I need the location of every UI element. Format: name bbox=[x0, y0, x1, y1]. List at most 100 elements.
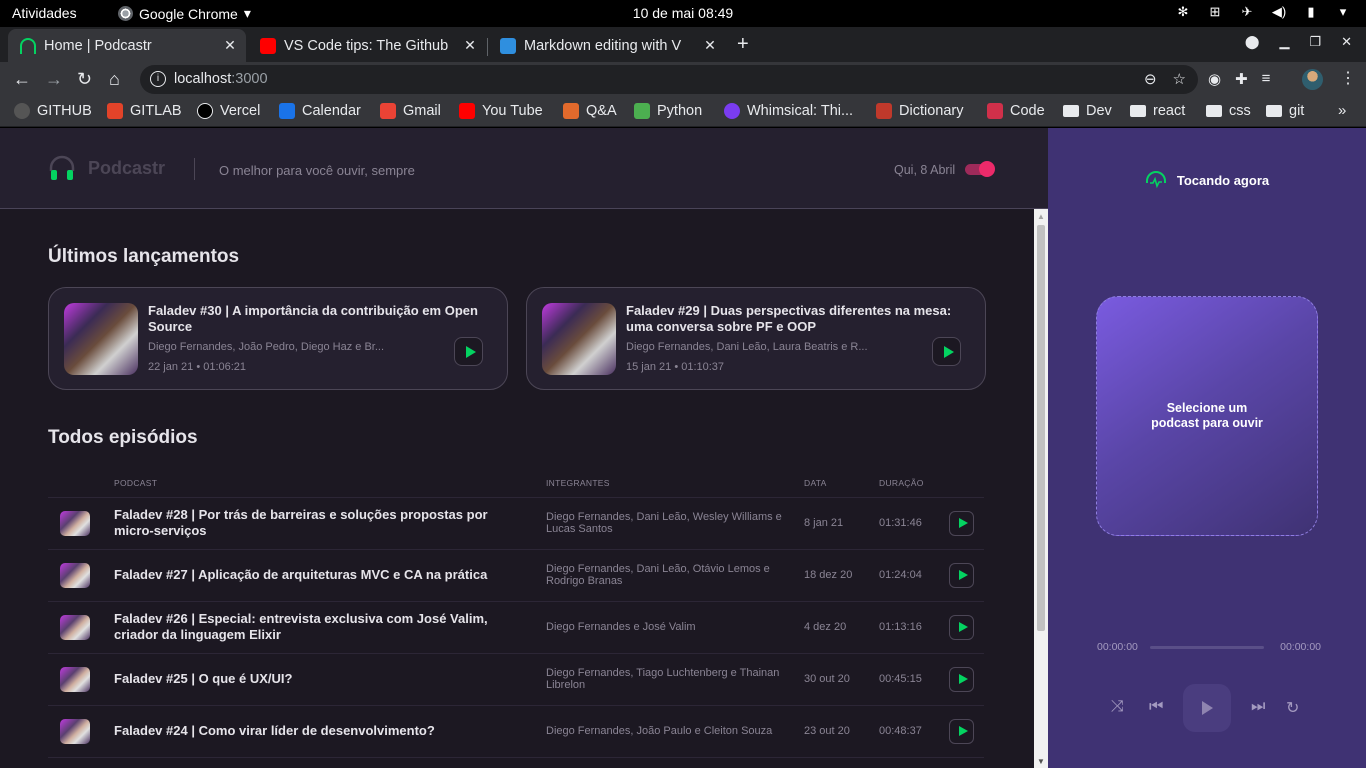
close-window-button[interactable]: ✕ bbox=[1341, 34, 1352, 50]
bookmark-github[interactable]: GITHUB bbox=[14, 103, 92, 119]
episode-title[interactable]: Faladev #26 | Especial: entrevista exclu… bbox=[102, 601, 546, 654]
close-icon[interactable]: ✕ bbox=[702, 37, 718, 54]
episode-thumb-cell bbox=[48, 601, 102, 654]
logo[interactable]: Podcastr bbox=[48, 154, 165, 182]
bookmark-folder-react[interactable]: react bbox=[1130, 103, 1185, 119]
episode-title[interactable]: Faladev #25 | O que é UX/UI? bbox=[102, 653, 546, 706]
site-info-icon[interactable]: i bbox=[150, 71, 166, 87]
play-button[interactable] bbox=[932, 337, 961, 366]
latest-episode-card[interactable]: Faladev #30 | A importância da contribui… bbox=[48, 287, 508, 390]
episode-members: Diego Fernandes, Dani Leão, Otávio Lemos… bbox=[546, 549, 804, 602]
progress-bar[interactable] bbox=[1150, 646, 1264, 649]
close-icon[interactable]: ✕ bbox=[462, 37, 478, 54]
power-menu-icon[interactable]: ▾ bbox=[1334, 4, 1352, 20]
bookmark-vercel[interactable]: Vercel bbox=[197, 103, 260, 119]
thumb-column-header bbox=[48, 469, 102, 498]
headphones-pulse-icon bbox=[1145, 171, 1166, 189]
play-button[interactable] bbox=[949, 562, 974, 588]
minimize-button[interactable]: ▁ bbox=[1279, 34, 1289, 50]
bookmark-qa[interactable]: Q&A bbox=[563, 103, 617, 119]
bookmark-gitlab[interactable]: GITLAB bbox=[107, 103, 182, 119]
scroll-down-arrow[interactable]: ▼ bbox=[1037, 757, 1045, 766]
play-button[interactable] bbox=[454, 337, 483, 366]
episode-thumbnail bbox=[60, 718, 90, 744]
next-icon[interactable]: ⏭ bbox=[1251, 698, 1265, 716]
media-control-icon[interactable]: ≡ bbox=[1262, 70, 1271, 88]
url-text[interactable]: localhost:3000 bbox=[174, 71, 268, 87]
airplane-icon[interactable]: ✈ bbox=[1238, 4, 1256, 20]
new-tab-button[interactable]: + bbox=[737, 33, 749, 56]
episode-title[interactable]: Faladev #29 | Duas perspectivas diferent… bbox=[626, 303, 966, 335]
tab-youtube[interactable]: VS Code tips: The Github ✕ bbox=[248, 29, 486, 62]
action-column-header bbox=[937, 469, 984, 498]
close-icon[interactable]: ✕ bbox=[222, 37, 238, 54]
gmail-icon bbox=[380, 103, 396, 119]
episode-title[interactable]: Faladev #30 | A importância da contribui… bbox=[148, 303, 488, 335]
play-button[interactable] bbox=[949, 666, 974, 692]
tab-search-icon[interactable]: ⬤ bbox=[1245, 34, 1260, 50]
bookmark-label: GITLAB bbox=[130, 103, 182, 119]
scroll-up-arrow[interactable]: ▲ bbox=[1037, 212, 1045, 221]
kebab-menu-icon[interactable]: ⋮ bbox=[1340, 68, 1356, 88]
bookmark-code[interactable]: Code bbox=[987, 103, 1045, 119]
tab-title: VS Code tips: The Github bbox=[284, 37, 449, 54]
shuffle-icon[interactable]: ⤨ bbox=[1111, 698, 1124, 716]
episode-date: 18 dez 20 bbox=[804, 549, 879, 602]
total-time: 00:00:00 bbox=[1280, 641, 1321, 653]
forward-button[interactable]: → bbox=[45, 69, 63, 90]
folder-icon bbox=[1063, 105, 1079, 117]
bookmark-folder-css[interactable]: css bbox=[1206, 103, 1251, 119]
zoom-icon[interactable]: ⊖ bbox=[1144, 70, 1157, 88]
youtube-icon bbox=[260, 37, 276, 54]
episode-title[interactable]: Faladev #24 | Como virar líder de desenv… bbox=[102, 705, 546, 758]
bookmark-star-icon[interactable]: ☆ bbox=[1173, 70, 1186, 88]
url-host: localhost bbox=[174, 71, 232, 87]
tagline: O melhor para você ouvir, sempre bbox=[219, 163, 415, 178]
tab-vscode[interactable]: Markdown editing with V ✕ bbox=[488, 29, 726, 62]
bookmark-folder-git[interactable]: git bbox=[1266, 103, 1304, 119]
empty-player-card: Selecione um podcast para ouvir bbox=[1096, 296, 1318, 536]
clock[interactable]: 10 de mai 08:49 bbox=[0, 5, 1366, 21]
slack-icon[interactable]: ✻ bbox=[1174, 4, 1192, 20]
episode-title[interactable]: Faladev #27 | Aplicação de arquiteturas … bbox=[102, 549, 546, 602]
address-bar[interactable]: i localhost:3000 ⊖ ☆ bbox=[140, 65, 1198, 94]
page-scrollbar[interactable]: ▲ ▼ bbox=[1034, 209, 1048, 768]
episode-title[interactable]: Faladev #28 | Por trás de barreiras e so… bbox=[102, 497, 546, 550]
folder-icon bbox=[1130, 105, 1146, 117]
bookmark-whimsical[interactable]: Whimsical: Thi... bbox=[724, 103, 853, 119]
theme-toggle[interactable] bbox=[965, 161, 995, 177]
episode-thumbnail bbox=[60, 562, 90, 588]
bookmark-python[interactable]: Python bbox=[634, 103, 702, 119]
bookmark-dictionary[interactable]: Dictionary bbox=[876, 103, 963, 119]
play-pause-button[interactable] bbox=[1183, 684, 1231, 732]
scrollbar-thumb[interactable] bbox=[1037, 225, 1045, 631]
back-button[interactable]: ← bbox=[13, 69, 31, 90]
extension-icon[interactable]: ◉ bbox=[1208, 70, 1221, 88]
table-row: Faladev #25 | O que é UX/UI? Diego Ferna… bbox=[48, 653, 984, 706]
episode-members: Diego Fernandes, Tiago Luchtenberg e Tha… bbox=[546, 653, 804, 706]
bookmark-folder-dev[interactable]: Dev bbox=[1063, 103, 1112, 119]
home-button[interactable]: ⌂ bbox=[109, 69, 120, 90]
episode-action-cell bbox=[937, 601, 984, 654]
latest-episode-card[interactable]: Faladev #29 | Duas perspectivas diferent… bbox=[526, 287, 986, 390]
maximize-button[interactable]: ❐ bbox=[1309, 34, 1321, 50]
tab-podcastr[interactable]: Home | Podcastr ✕ bbox=[8, 29, 246, 62]
profile-avatar[interactable] bbox=[1302, 69, 1323, 90]
network-icon[interactable]: ⊞ bbox=[1206, 4, 1224, 20]
volume-icon[interactable]: ◀) bbox=[1270, 4, 1288, 20]
bookmark-label: Q&A bbox=[586, 103, 617, 119]
previous-icon[interactable]: ⏮ bbox=[1149, 698, 1163, 716]
bookmark-gmail[interactable]: Gmail bbox=[380, 103, 441, 119]
battery-icon[interactable]: ▮ bbox=[1302, 4, 1320, 20]
bookmark-youtube[interactable]: You Tube bbox=[459, 103, 543, 119]
bookmark-label: css bbox=[1229, 103, 1251, 119]
play-button[interactable] bbox=[949, 718, 974, 744]
more-bookmarks-icon[interactable]: » bbox=[1338, 102, 1346, 119]
system-tray[interactable]: ✻ ⊞ ✈ ◀) ▮ ▾ bbox=[1174, 4, 1352, 20]
puzzle-icon[interactable]: ✚ bbox=[1235, 70, 1248, 88]
reload-button[interactable]: ↻ bbox=[77, 69, 92, 90]
play-button[interactable] bbox=[949, 614, 974, 640]
bookmark-calendar[interactable]: Calendar bbox=[279, 103, 361, 119]
repeat-icon[interactable]: ↻ bbox=[1286, 698, 1299, 718]
play-button[interactable] bbox=[949, 510, 974, 536]
